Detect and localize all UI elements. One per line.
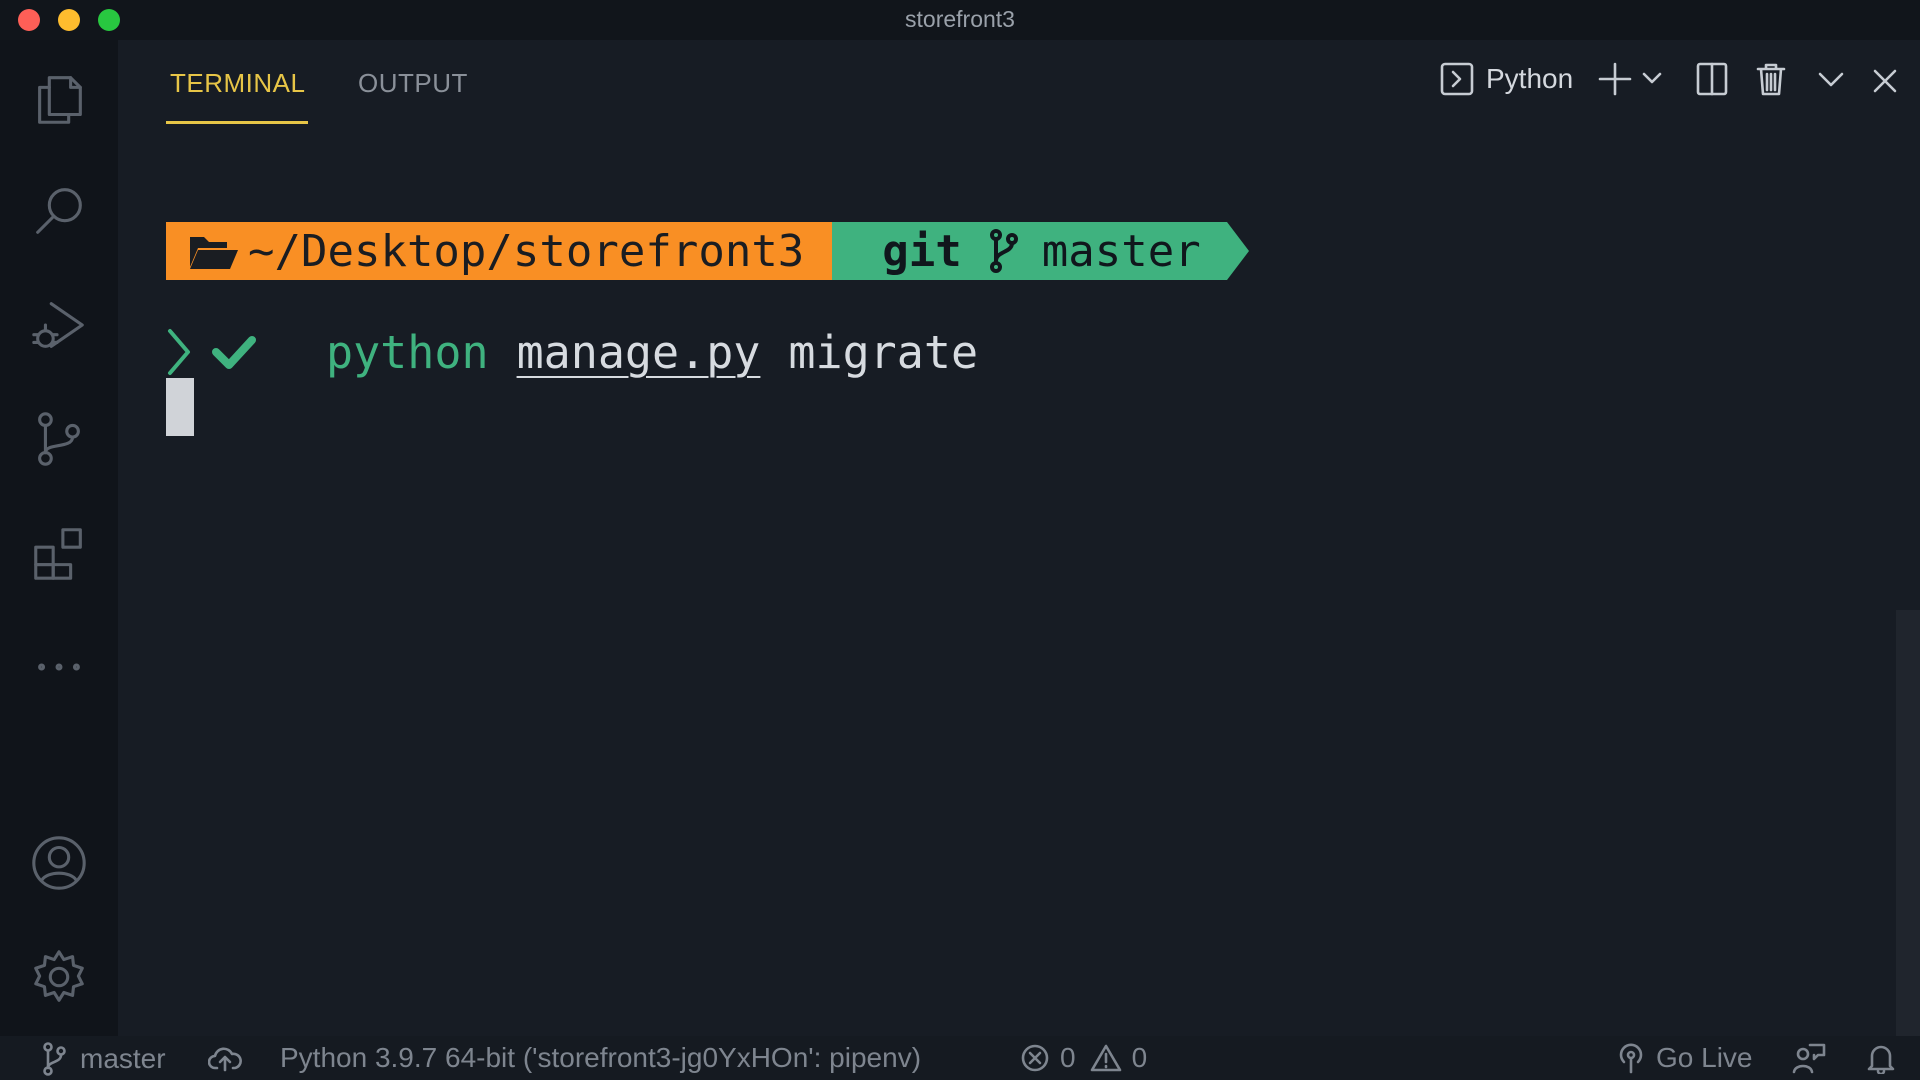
cloud-upload-icon (208, 1047, 242, 1072)
status-python-interpreter[interactable]: Python 3.9.7 64-bit ('storefront3-jg0YxH… (280, 1042, 921, 1074)
command-file-link[interactable]: manage.py (517, 326, 761, 379)
more-icon[interactable] (24, 632, 94, 702)
check-icon (212, 336, 256, 369)
settings-gear-icon[interactable] (24, 942, 94, 1012)
terminal-dropdown-button[interactable] (1642, 70, 1662, 86)
status-errors-count: 0 (1060, 1042, 1076, 1073)
status-notifications[interactable] (1866, 1042, 1896, 1074)
broadcast-icon (1619, 1043, 1643, 1074)
status-bar: master Python 3.9.7 64-bit ('storefront3… (0, 1036, 1920, 1080)
status-warnings-count: 0 (1131, 1042, 1148, 1073)
activity-bar (0, 40, 118, 1036)
warning-icon (1090, 1044, 1121, 1072)
prompt-branch: master (1041, 225, 1201, 277)
terminal-panel: TERMINAL OUTPUT Python ~/Desktop/storefr… (118, 40, 1920, 1036)
status-branch[interactable]: master (40, 1042, 166, 1076)
new-terminal-button[interactable] (1598, 62, 1632, 96)
go-live-button[interactable]: Go Live (1616, 1042, 1753, 1074)
prompt-chevron-icon (168, 329, 190, 375)
bell-icon (1867, 1045, 1895, 1074)
error-icon (1021, 1044, 1049, 1072)
plus-icon (1598, 62, 1632, 96)
status-branch-label: master (80, 1043, 166, 1074)
title-bar: storefront3 (0, 0, 1920, 40)
terminal-profile-label: Python (1486, 63, 1574, 94)
run-debug-icon[interactable] (24, 290, 94, 360)
files-icon[interactable] (24, 64, 94, 134)
kill-terminal-button[interactable] (1756, 62, 1786, 96)
maximize-panel-button[interactable] (1818, 70, 1844, 88)
terminal-icon (1440, 62, 1474, 96)
trash-icon (1756, 63, 1786, 96)
window-title: storefront3 (905, 6, 1015, 32)
source-control-icon (43, 1042, 66, 1076)
folder-open-icon (190, 237, 238, 269)
status-problems[interactable]: 0 0 (1020, 1042, 1147, 1074)
prompt-directory-segment: ~/Desktop/storefront3 (166, 222, 855, 280)
close-panel-button[interactable] (1872, 68, 1898, 94)
prompt-directory: ~/Desktop/storefront3 (248, 225, 805, 277)
active-tab-indicator (166, 121, 308, 124)
terminal-cursor (166, 378, 194, 436)
prompt-git-label: git (882, 225, 962, 277)
status-interpreter-label: Python 3.9.7 64-bit ('storefront3-jg0YxH… (280, 1042, 922, 1073)
command-argument: migrate (788, 325, 979, 379)
source-control-icon[interactable] (24, 404, 94, 474)
prompt-git-segment: git master (832, 222, 1250, 280)
split-terminal-button[interactable] (1696, 62, 1728, 96)
command-line: python manage.py migrate (166, 322, 978, 382)
account-icon[interactable] (24, 828, 94, 898)
terminal-scrollbar[interactable] (1896, 610, 1920, 1036)
branch-icon (989, 229, 1018, 273)
tab-terminal[interactable]: TERMINAL (170, 68, 305, 99)
go-live-label: Go Live (1656, 1042, 1753, 1073)
status-sync[interactable] (208, 1044, 242, 1072)
extensions-icon[interactable] (24, 518, 94, 588)
tab-output[interactable]: OUTPUT (358, 68, 468, 99)
close-icon (1873, 69, 1897, 93)
chevron-down-icon (1642, 72, 1662, 84)
terminal-profile-button[interactable]: Python (1440, 62, 1573, 96)
status-feedback[interactable] (1792, 1042, 1826, 1074)
command-program: python (326, 325, 489, 379)
chevron-down-icon (1818, 72, 1844, 87)
search-icon[interactable] (24, 176, 94, 246)
split-icon (1696, 62, 1728, 96)
feedback-person-icon (1792, 1043, 1826, 1074)
shell-prompt: ~/Desktop/storefront3 git master (166, 222, 1250, 280)
